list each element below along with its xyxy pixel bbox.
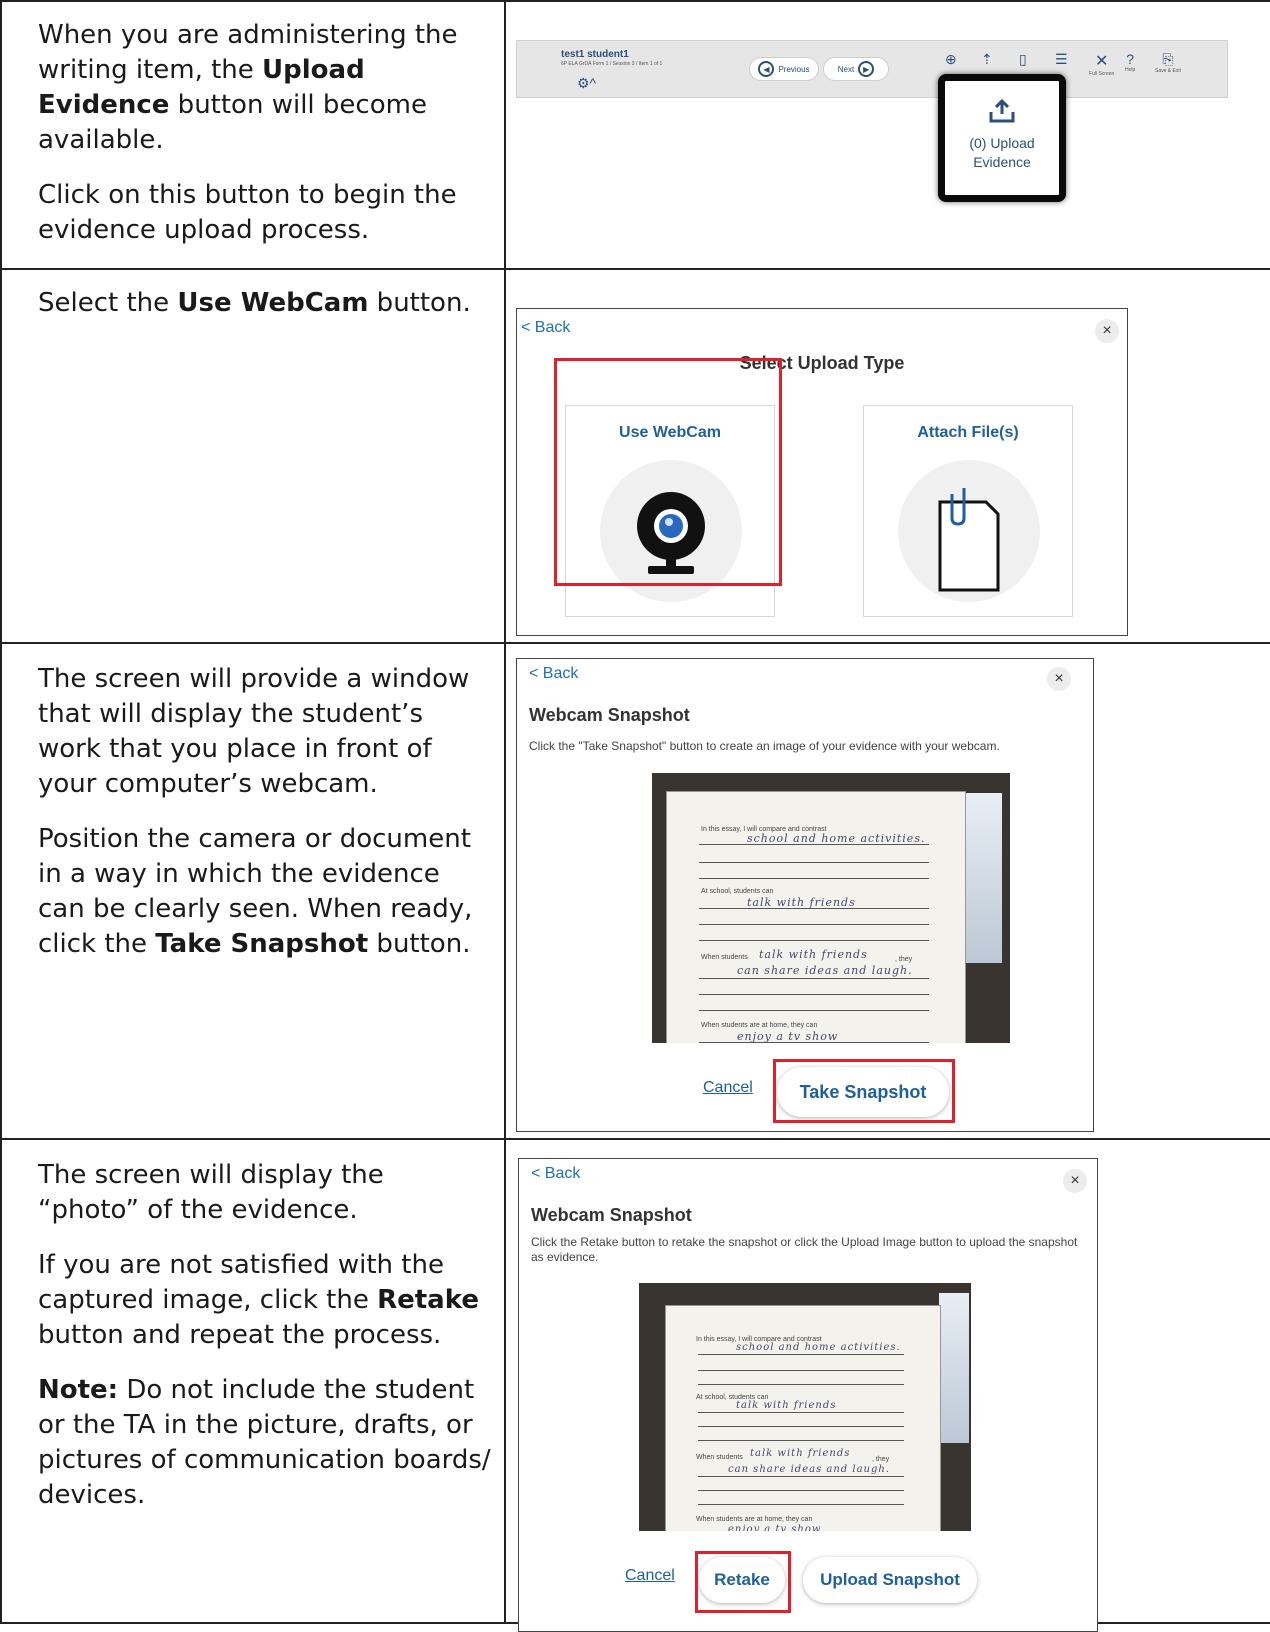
step-1-text: When you are administering the writing i… bbox=[0, 0, 506, 270]
step-3-screenshot: < Back × Webcam Snapshot Click the "Take… bbox=[504, 642, 1270, 1140]
webcam-retake-dialog: < Back × Webcam Snapshot Click the Retak… bbox=[518, 1158, 1098, 1632]
step-4-text: The screen will display the “photo” of t… bbox=[0, 1138, 506, 1624]
step-3-para-2: Position the camera or document in a way… bbox=[38, 824, 473, 959]
step-3-para-1: The screen will provide a window that wi… bbox=[38, 664, 470, 799]
step-1-para-2: Click on this button to begin the eviden… bbox=[38, 180, 457, 245]
bookmark-icon[interactable]: ▯ bbox=[1019, 51, 1027, 68]
test-toolbar: test1 student1 6P ELA GrDA Form 1 / Sess… bbox=[516, 40, 1228, 98]
step-4-para-2: If you are not satisfied with the captur… bbox=[38, 1250, 479, 1350]
previous-button[interactable]: ◀ Previous bbox=[749, 57, 819, 81]
upload-icon bbox=[945, 98, 1059, 128]
cancel-link[interactable]: Cancel bbox=[703, 1079, 753, 1097]
session-info: 6P ELA GrDA Form 1 / Session 3 / Item 1 … bbox=[561, 61, 663, 67]
worksheet-answer: talk with friends bbox=[759, 948, 868, 961]
arrow-right-icon: ▶ bbox=[858, 61, 875, 77]
step-4-para-1: The screen will display the “photo” of t… bbox=[38, 1160, 384, 1225]
worksheet-prompt: When students are at home, they can bbox=[701, 1022, 818, 1029]
worksheet-paper: In this essay, I will compare and contra… bbox=[665, 1305, 941, 1531]
step-row-3: The screen will provide a window that wi… bbox=[0, 642, 1270, 1140]
step-1-screenshot: test1 student1 6P ELA GrDA Form 1 / Sess… bbox=[504, 0, 1270, 270]
back-link[interactable]: < Back bbox=[529, 665, 578, 683]
webcam-preview: In this essay, I will compare and contra… bbox=[652, 773, 1010, 1043]
save-exit-button[interactable]: ⎘ Save & Exit bbox=[1155, 51, 1181, 74]
attach-files-card[interactable]: Attach File(s) bbox=[863, 405, 1073, 617]
upload-evidence-label: (0) Upload Evidence bbox=[969, 135, 1035, 170]
student-name: test1 student1 bbox=[561, 49, 629, 60]
worksheet-prompt: , they bbox=[895, 956, 913, 963]
dialog-title: Webcam Snapshot bbox=[531, 1205, 692, 1225]
worksheet-prompt: When students bbox=[701, 954, 748, 961]
webcam-highlight-box bbox=[554, 358, 782, 586]
worksheet-answer: school and home activities. bbox=[736, 1342, 901, 1353]
worksheet-answer: can share ideas and laugh. bbox=[728, 1464, 890, 1475]
step-3-text: The screen will provide a window that wi… bbox=[0, 642, 506, 1140]
steps-table: When you are administering the writing i… bbox=[0, 0, 1270, 1632]
arrow-left-icon: ◀ bbox=[758, 61, 775, 77]
settings-gear-icon[interactable]: ⚙^ bbox=[577, 75, 596, 92]
step-2-text: Select the Use WebCam button. bbox=[0, 268, 506, 644]
attach-files-label: Attach File(s) bbox=[917, 424, 1019, 441]
take-snapshot-highlight-box bbox=[773, 1059, 955, 1123]
snapshot-photo: In this essay, I will compare and contra… bbox=[639, 1283, 971, 1531]
worksheet-prompt: When students are at home, they can bbox=[696, 1516, 813, 1523]
close-icon[interactable]: × bbox=[1063, 1169, 1087, 1193]
step-row-4: The screen will display the “photo” of t… bbox=[0, 1138, 1270, 1632]
next-button[interactable]: Next ▶ bbox=[823, 57, 889, 81]
retake-highlight-box bbox=[695, 1551, 791, 1613]
step-2-para-1: Select the Use WebCam button. bbox=[38, 288, 471, 318]
dialog-title: Webcam Snapshot bbox=[529, 705, 690, 725]
step-row-2: Select the Use WebCam button. < Back × S… bbox=[0, 268, 1270, 644]
paperclip-document-icon bbox=[898, 460, 1040, 602]
dialog-description: Click the Retake button to retake the sn… bbox=[531, 1235, 1078, 1264]
worksheet-prompt: When students bbox=[696, 1454, 743, 1461]
step-2-screenshot: < Back × Select Upload Type Use WebCam A… bbox=[504, 268, 1270, 644]
step-1-para-1: When you are administering the writing i… bbox=[38, 20, 458, 155]
close-icon[interactable]: × bbox=[1047, 667, 1071, 691]
full-screen-button[interactable]: ✕ Full Screen bbox=[1089, 51, 1114, 77]
back-link[interactable]: < Back bbox=[531, 1165, 580, 1183]
upload-toolbar-icon[interactable]: ⇡ bbox=[981, 51, 993, 68]
dialog-description: Click the "Take Snapshot" button to crea… bbox=[529, 739, 1000, 753]
upload-evidence-button[interactable]: (0) Upload Evidence bbox=[938, 74, 1066, 202]
upload-snapshot-button[interactable]: Upload Snapshot bbox=[803, 1557, 977, 1603]
back-link[interactable]: < Back bbox=[521, 319, 570, 337]
webcam-snapshot-dialog: < Back × Webcam Snapshot Click the "Take… bbox=[516, 658, 1094, 1132]
worksheet-paper: In this essay, I will compare and contra… bbox=[666, 791, 966, 1043]
step-row-1: When you are administering the writing i… bbox=[0, 0, 1270, 270]
help-button[interactable]: ? Help bbox=[1125, 51, 1135, 73]
worksheet-answer: talk with friends bbox=[750, 1448, 851, 1459]
worksheet-prompt: At school, students can bbox=[701, 888, 774, 895]
cancel-link[interactable]: Cancel bbox=[625, 1567, 675, 1585]
worksheet-prompt: , they bbox=[872, 1456, 890, 1463]
worksheet-answer: enjoy a tv show bbox=[728, 1524, 822, 1531]
worksheet-answer: can share ideas and laugh. bbox=[737, 964, 913, 977]
close-icon[interactable]: × bbox=[1095, 319, 1119, 343]
instruction-document: When you are administering the writing i… bbox=[0, 0, 1270, 1632]
window-light bbox=[939, 1293, 969, 1443]
step-4-para-3: Note: Do not include the student or the … bbox=[38, 1375, 491, 1510]
step-4-screenshot: < Back × Webcam Snapshot Click the Retak… bbox=[504, 1138, 1270, 1632]
worksheet-answer: talk with friends bbox=[736, 1400, 837, 1411]
zoom-icon[interactable]: ⊕ bbox=[945, 51, 957, 68]
list-icon[interactable]: ☰ bbox=[1055, 51, 1068, 68]
